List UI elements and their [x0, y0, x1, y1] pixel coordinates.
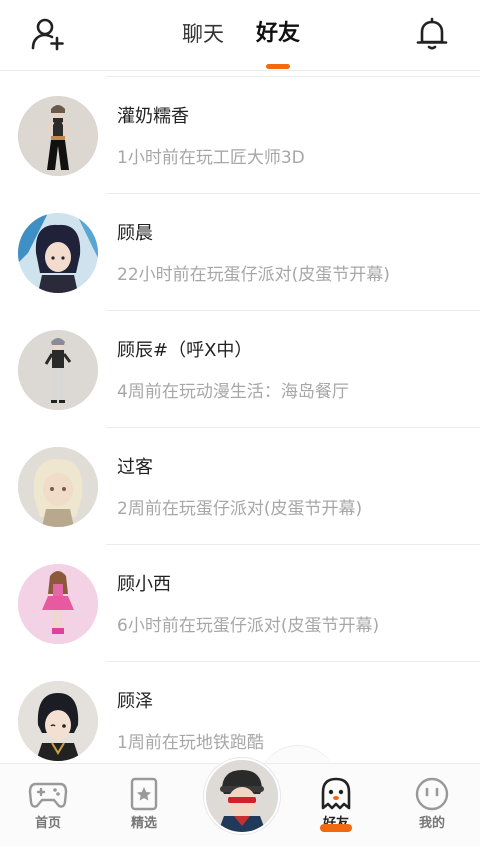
add-user-icon[interactable]	[30, 16, 66, 52]
friend-status: 1周前在玩地铁跑酷	[117, 733, 264, 753]
friend-list: 灌奶糯香 1小时前在玩工匠大师3D 顾晨 22小时前在玩蛋仔派对(皮蛋节开幕)	[0, 77, 480, 779]
avatar[interactable]	[18, 330, 98, 410]
ghost-icon	[321, 777, 351, 810]
friend-row[interactable]: 顾晨 22小时前在玩蛋仔派对(皮蛋节开幕)	[0, 194, 480, 311]
center-avatar[interactable]	[204, 758, 280, 834]
friend-row[interactable]: 顾小西 6小时前在玩蛋仔派对(皮蛋节开幕)	[0, 545, 480, 662]
avatar[interactable]	[18, 681, 98, 761]
friend-status: 4周前在玩动漫生活：海岛餐厅	[117, 382, 349, 402]
nav-friends[interactable]: 好友	[288, 764, 384, 846]
nav-label-featured: 精选	[130, 816, 157, 831]
nav-label-me: 我的	[418, 816, 445, 831]
bell-icon[interactable]	[414, 16, 450, 52]
nav-home[interactable]: 首页	[0, 764, 96, 846]
friend-name: 顾小西	[117, 574, 171, 595]
active-tab-indicator	[320, 824, 352, 832]
gamepad-icon	[28, 782, 68, 808]
avatar[interactable]	[18, 564, 98, 644]
friend-name: 顾晨	[117, 223, 153, 244]
tab-friends[interactable]: 好友	[256, 20, 300, 48]
friend-name: 顾辰#（呼X中）	[117, 340, 253, 361]
friend-name: 灌奶糯香	[117, 106, 189, 127]
avatar[interactable]	[18, 213, 98, 293]
friend-row[interactable]: 过客 2周前在玩蛋仔派对(皮蛋节开幕)	[0, 428, 480, 545]
top-header: 聊天 好友	[0, 0, 480, 71]
active-tab-indicator	[266, 64, 290, 69]
avatar[interactable]	[18, 96, 98, 176]
friend-status: 6小时前在玩蛋仔派对(皮蛋节开幕)	[117, 616, 380, 636]
friend-row[interactable]: 顾辰#（呼X中） 4周前在玩动漫生活：海岛餐厅	[0, 311, 480, 428]
smiley-icon	[415, 777, 449, 811]
friend-name: 过客	[117, 457, 153, 478]
nav-featured[interactable]: 精选	[96, 764, 192, 846]
friend-row[interactable]: 灌奶糯香 1小时前在玩工匠大师3D	[0, 77, 480, 194]
friend-status: 1小时前在玩工匠大师3D	[117, 148, 305, 168]
nav-label-home: 首页	[34, 816, 61, 831]
star-card-icon	[130, 777, 158, 811]
tab-chat[interactable]: 聊天	[182, 20, 224, 48]
friend-status: 22小时前在玩蛋仔派对(皮蛋节开幕)	[117, 265, 390, 285]
avatar[interactable]	[18, 447, 98, 527]
friend-name: 顾泽	[117, 691, 153, 712]
nav-me[interactable]: 我的	[384, 764, 480, 846]
friend-status: 2周前在玩蛋仔派对(皮蛋节开幕)	[117, 499, 363, 519]
